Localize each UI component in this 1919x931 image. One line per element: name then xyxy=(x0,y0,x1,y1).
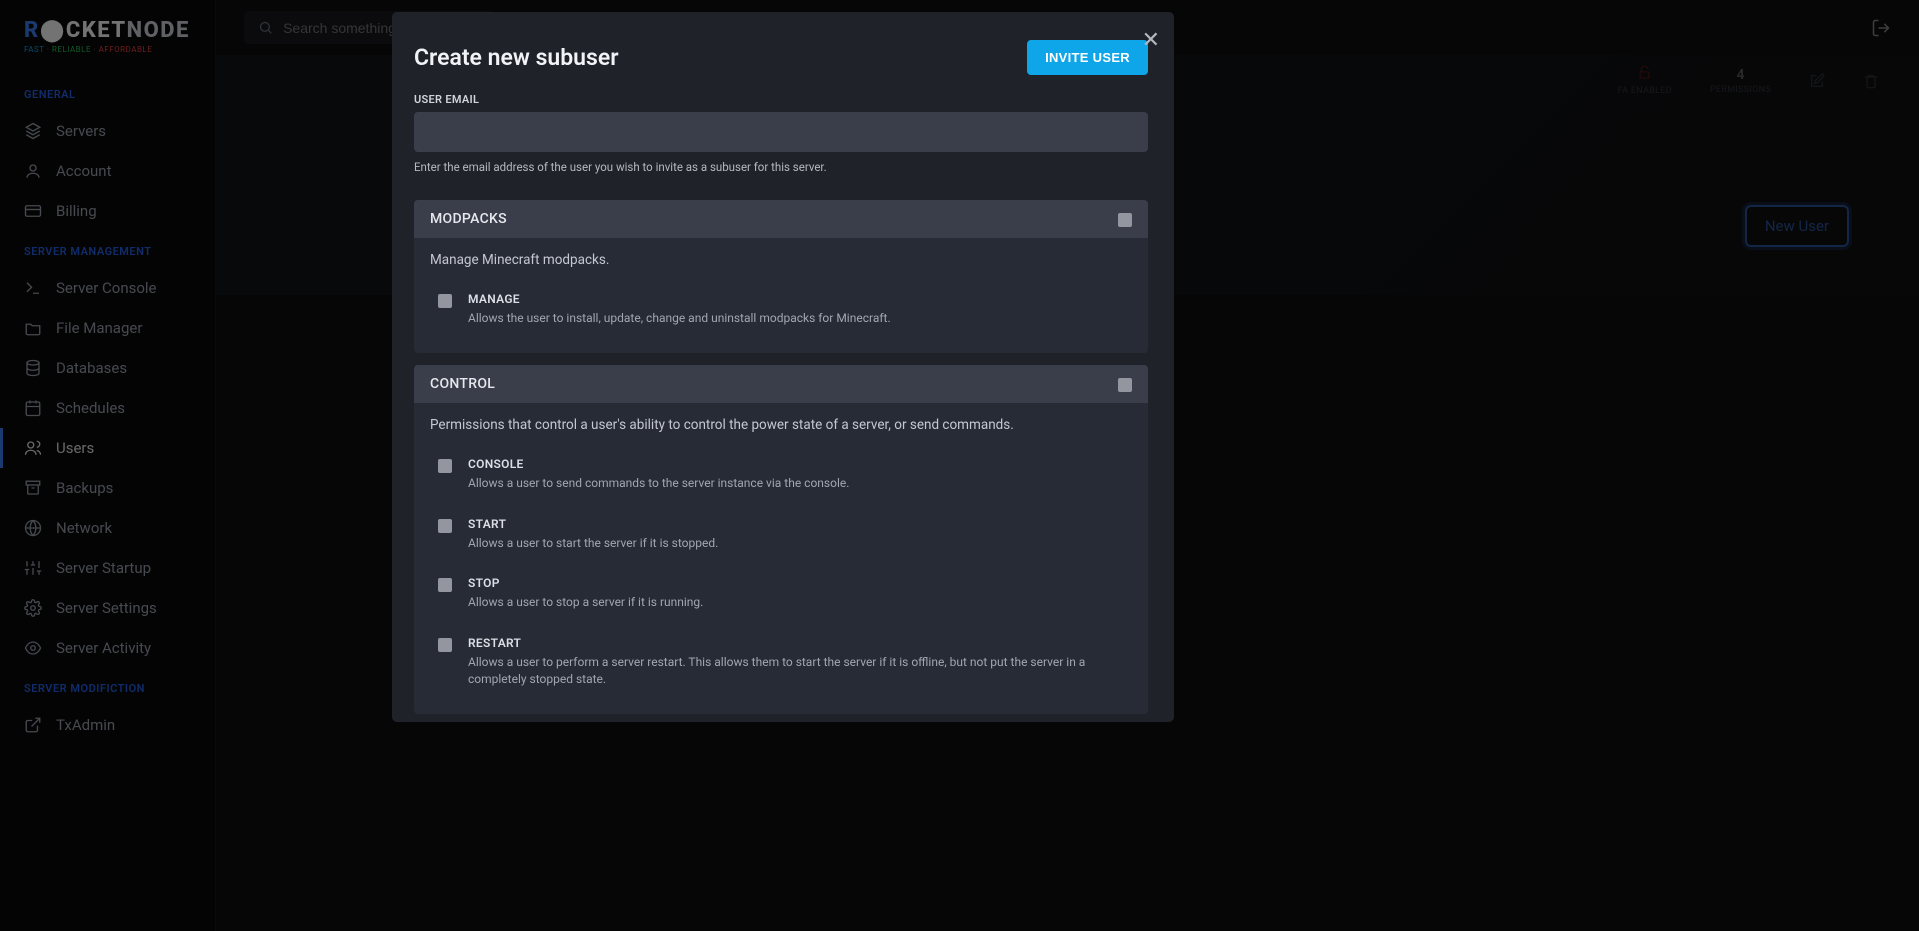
perm-group-header[interactable]: CONTROL xyxy=(414,365,1148,403)
perm-name: CONSOLE xyxy=(468,457,1124,471)
perm-desc: Allows a user to perform a server restar… xyxy=(468,654,1124,689)
perm-group-title: CONTROL xyxy=(430,376,495,392)
perm-row: STOP Allows a user to stop a server if it… xyxy=(430,566,1132,621)
perm-desc: Allows a user to stop a server if it is … xyxy=(468,594,1124,611)
perm-group-control: CONTROL Permissions that control a user's… xyxy=(414,365,1148,714)
perm-group-modpacks: MODPACKS Manage Minecraft modpacks. MANAGE… xyxy=(414,200,1148,353)
perm-group-desc: Permissions that control a user's abilit… xyxy=(430,417,1132,433)
perm-group-checkbox[interactable] xyxy=(1118,213,1132,227)
perm-desc: Allows a user to send commands to the se… xyxy=(468,475,1124,492)
perm-row: START Allows a user to start the server i… xyxy=(430,507,1132,562)
perm-group-desc: Manage Minecraft modpacks. xyxy=(430,252,1132,268)
perm-name: STOP xyxy=(468,576,1124,590)
email-field-label: USER EMAIL xyxy=(414,93,1148,106)
close-icon[interactable]: ✕ xyxy=(1142,30,1160,52)
email-help-text: Enter the email address of the user you … xyxy=(414,160,1148,174)
perm-checkbox[interactable] xyxy=(438,459,452,473)
perm-row: RESTART Allows a user to perform a server… xyxy=(430,626,1132,699)
perm-name: START xyxy=(468,517,1124,531)
perm-group-title: MODPACKS xyxy=(430,211,507,227)
perm-checkbox[interactable] xyxy=(438,638,452,652)
perm-row: MANAGE Allows the user to install, update… xyxy=(430,282,1132,337)
perm-checkbox[interactable] xyxy=(438,294,452,308)
invite-user-button[interactable]: INVITE USER xyxy=(1027,40,1148,75)
perm-name: MANAGE xyxy=(468,292,1124,306)
create-subuser-modal: ✕ Create new subuser INVITE USER USER EM… xyxy=(392,12,1174,722)
perm-group-header[interactable]: MODPACKS xyxy=(414,200,1148,238)
perm-checkbox[interactable] xyxy=(438,519,452,533)
perm-desc: Allows the user to install, update, chan… xyxy=(468,310,1124,327)
perm-checkbox[interactable] xyxy=(438,578,452,592)
modal-title: Create new subuser xyxy=(414,44,618,71)
perm-desc: Allows a user to start the server if it … xyxy=(468,535,1124,552)
perm-name: RESTART xyxy=(468,636,1124,650)
user-email-input[interactable] xyxy=(414,112,1148,152)
perm-group-checkbox[interactable] xyxy=(1118,378,1132,392)
perm-row: CONSOLE Allows a user to send commands to… xyxy=(430,447,1132,502)
